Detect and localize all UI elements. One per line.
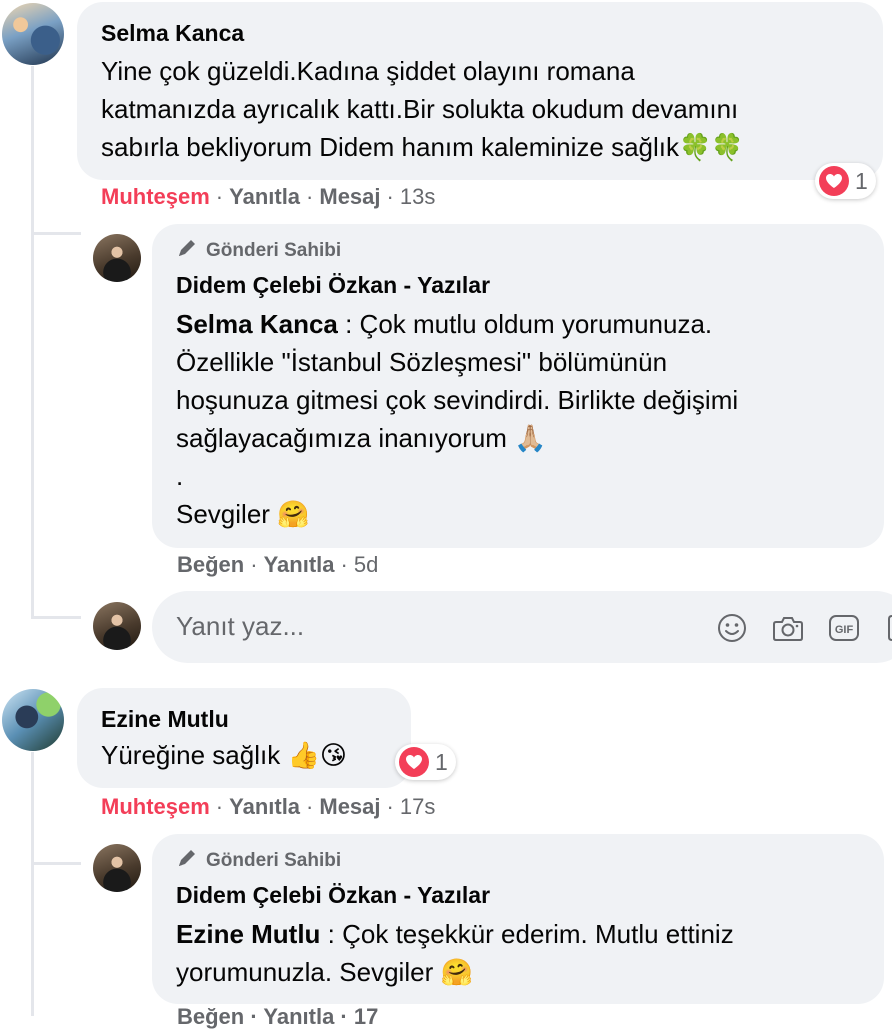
reply-input-placeholder: Yanıt yaz... — [176, 611, 305, 641]
separator: · — [215, 794, 224, 819]
comment-bubble: Ezine Mutlu Yüreğine sağlık 👍😘 — [77, 688, 411, 788]
thread-line — [31, 66, 34, 618]
reply-text-line: . — [176, 461, 184, 491]
reply-text-line: Özellikle "İstanbul Sözleşmesi" bölümünü… — [176, 347, 668, 377]
reply-author[interactable]: Didem Çelebi Özkan - Yazılar — [176, 270, 490, 300]
reply-author[interactable]: Didem Çelebi Özkan - Yazılar — [176, 880, 490, 910]
thumbs-kiss-emoji: 👍😘 — [287, 741, 347, 771]
author-tag-label: Gönderi Sahibi — [206, 850, 342, 871]
reply-text: : Çok teşekkür ederim. Mutlu ettiniz — [320, 919, 734, 949]
gif-icon[interactable]: GIF — [827, 611, 861, 645]
clover-emoji: 🍀🍀 — [679, 133, 744, 163]
avatar[interactable] — [2, 3, 64, 65]
reaction-badge[interactable]: 1 — [395, 744, 456, 780]
pray-emoji: 🙏🏼 — [514, 424, 547, 454]
timestamp[interactable]: 17s — [400, 794, 435, 819]
mention-link[interactable]: Ezine Mutlu — [176, 919, 320, 949]
reaction-badge[interactable]: 1 — [815, 163, 876, 199]
avatar[interactable] — [93, 234, 141, 282]
author-tag: Gönderi Sahibi — [176, 848, 341, 874]
camera-icon[interactable] — [771, 611, 805, 645]
hug-emoji: 🤗 — [440, 958, 473, 988]
reply-text: sağlayacağımıza inanıyorum — [176, 423, 507, 453]
reply-text-line: sağlayacağımıza inanıyorum 🙏🏼 — [176, 419, 547, 458]
thread-branch — [31, 616, 81, 619]
timestamp[interactable]: 5d — [354, 552, 378, 577]
comment-actions: Muhteşem · Yanıtla · Mesaj · 13s — [101, 184, 435, 210]
hug-emoji: 🤗 — [277, 500, 310, 530]
separator: · — [386, 794, 394, 819]
reply-input[interactable]: Yanıt yaz... GIF — [152, 591, 892, 663]
reply-text: yorumunuzla. Sevgiler — [176, 957, 434, 987]
reaction-button[interactable]: Muhteşem — [101, 184, 210, 209]
reply-button[interactable]: Yanıtla — [229, 184, 300, 209]
like-button[interactable]: Beğen — [177, 552, 244, 577]
reaction-button[interactable]: Muhteşem — [101, 794, 210, 819]
timestamp[interactable]: 13s — [400, 184, 435, 209]
reply-text-line: Sevgiler 🤗 — [176, 495, 310, 534]
message-button[interactable]: Mesaj — [319, 184, 380, 209]
reply-actions: Beğen · Yanıtla · 17 — [177, 1004, 379, 1029]
message-button[interactable]: Mesaj — [319, 794, 380, 819]
reply-text-line: Selma Kanca : Çok mutlu oldum yorumunuza… — [176, 305, 712, 343]
mention-link[interactable]: Selma Kanca — [176, 309, 338, 339]
heart-icon — [819, 166, 849, 196]
comment-text: Yüreğine sağlık — [101, 740, 281, 770]
reply-text: Sevgiler — [176, 499, 270, 529]
thread-branch — [31, 862, 81, 865]
pen-icon — [176, 847, 198, 875]
separator: · — [386, 184, 394, 209]
reaction-count: 1 — [855, 167, 868, 194]
reply-button[interactable]: Yanıtla — [229, 794, 300, 819]
thread-line — [31, 752, 34, 1016]
separator: · — [340, 552, 348, 577]
comment-text-line: sabırla bekliyorum Didem hanım kaleminiz… — [101, 128, 744, 167]
reply-text: : Çok mutlu oldum yorumunuza. — [337, 309, 713, 339]
separator: · — [306, 794, 314, 819]
author-tag: Gönderi Sahibi — [176, 238, 341, 264]
emoji-icon[interactable] — [715, 611, 749, 645]
reply-text-line: hoşunuza gitmesi çok sevindirdi. Birlikt… — [176, 385, 739, 415]
comment-author[interactable]: Ezine Mutlu — [101, 704, 229, 734]
comment-text-line: katmanızda ayrıcalık kattı.Bir solukta o… — [101, 94, 739, 124]
author-tag-label: Gönderi Sahibi — [206, 240, 342, 261]
separator: · — [250, 552, 258, 577]
comment-text-line: Yine çok güzeldi.Kadına şiddet olayını r… — [101, 56, 635, 86]
avatar[interactable] — [93, 844, 141, 892]
comment-bubble: Selma Kanca Yine çok güzeldi.Kadına şidd… — [77, 2, 883, 180]
reply-bubble: Gönderi Sahibi Didem Çelebi Özkan - Yazı… — [152, 224, 884, 548]
avatar[interactable] — [2, 689, 64, 751]
thread-branch — [31, 232, 81, 235]
reply-text-line: Ezine Mutlu : Çok teşekkür ederim. Mutlu… — [176, 915, 734, 953]
reply-text-line: yorumunuzla. Sevgiler 🤗 — [176, 953, 473, 992]
reply-button[interactable]: Yanıtla — [264, 552, 335, 577]
comment-text-line: Yüreğine sağlık 👍😘 — [101, 736, 347, 775]
avatar — [93, 602, 141, 650]
sticker-icon[interactable] — [883, 611, 892, 645]
separator: · — [215, 184, 224, 209]
reply-bubble: Gönderi Sahibi Didem Çelebi Özkan - Yazı… — [152, 834, 884, 1004]
reaction-count: 1 — [435, 748, 448, 775]
heart-icon — [399, 747, 429, 777]
comment-author[interactable]: Selma Kanca — [101, 18, 244, 48]
svg-text:GIF: GIF — [835, 624, 854, 636]
pen-icon — [176, 237, 198, 265]
comment-text: sabırla bekliyorum Didem hanım kaleminiz… — [101, 132, 680, 162]
reply-actions: Beğen · Yanıtla · 5d — [177, 552, 378, 578]
comment-actions: Muhteşem · Yanıtla · Mesaj · 17s — [101, 794, 435, 820]
separator: · — [306, 184, 314, 209]
